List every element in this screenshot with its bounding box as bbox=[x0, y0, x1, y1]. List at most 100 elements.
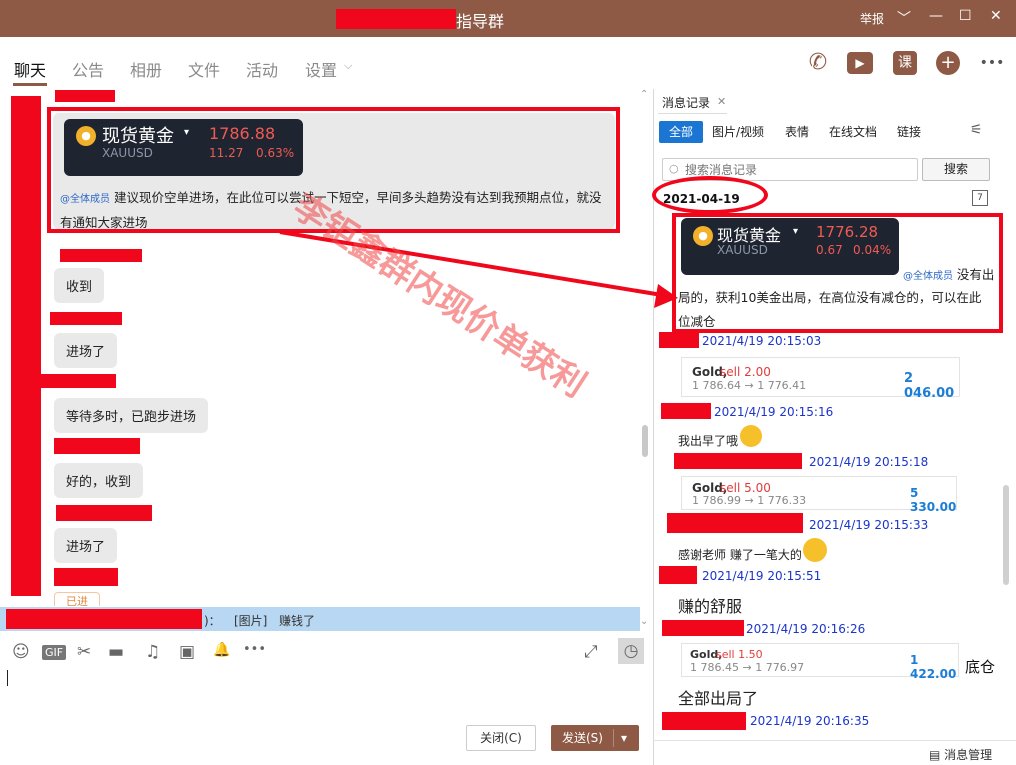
notification-image: [图片] bbox=[234, 614, 268, 628]
close-window-button[interactable]: ✕ bbox=[990, 8, 1002, 24]
filter-media[interactable]: 图片/视频 bbox=[712, 123, 764, 140]
trade-profit: 5 330.00 bbox=[910, 486, 957, 514]
expand-icon[interactable]: ⤢ bbox=[584, 642, 598, 662]
redaction-bar bbox=[662, 712, 746, 730]
side-text: 底仓 bbox=[965, 658, 996, 676]
crying-emoji-icon bbox=[740, 425, 762, 447]
music-icon[interactable]: ♫ bbox=[145, 642, 160, 662]
record-time: 2021/4/19 20:15:51 bbox=[702, 569, 822, 583]
message-input[interactable] bbox=[0, 668, 640, 718]
phone-icon[interactable]: ✆ bbox=[804, 49, 832, 77]
redaction-bar bbox=[54, 438, 140, 454]
tab-settings[interactable]: 设置 bbox=[305, 57, 337, 81]
trade-side: sell 5.00 bbox=[720, 481, 771, 495]
redaction-bar bbox=[56, 505, 152, 521]
calendar-icon[interactable]: 7 bbox=[972, 190, 988, 206]
trade-prices: 1 786.45 → 1 776.97 bbox=[690, 661, 805, 674]
window-title: 指导群 bbox=[456, 12, 505, 31]
highlight-box bbox=[672, 213, 1003, 333]
tab-album[interactable]: 相册 bbox=[130, 57, 162, 81]
trade-side: sell 2.00 bbox=[720, 365, 771, 379]
tab-chat[interactable]: 聊天 bbox=[14, 57, 46, 81]
record-text: 感谢老师 赚了一笔大的 bbox=[678, 548, 802, 562]
avatar-redaction bbox=[11, 96, 41, 596]
filter-icon[interactable]: ⚟ bbox=[970, 122, 983, 138]
redaction-bar bbox=[6, 609, 202, 629]
date-highlight-circle bbox=[652, 176, 768, 214]
notification-sep: )： bbox=[204, 614, 221, 628]
emoji-icon[interactable]: ☺ bbox=[12, 642, 30, 662]
message-manage-link[interactable]: ▤ 消息管理 bbox=[929, 746, 992, 763]
redaction-bar bbox=[50, 312, 122, 325]
manage-icon: ▤ bbox=[929, 748, 945, 762]
new-message-notification[interactable]: )： [图片] 赚钱了 bbox=[0, 607, 640, 631]
chat-message: 收到 bbox=[54, 268, 105, 303]
scroll-up-icon[interactable]: ⌃ bbox=[640, 89, 648, 100]
trade-card[interactable]: Gold, sell 2.00 1 786.64 → 1 776.41 2 04… bbox=[681, 357, 960, 401]
close-history-icon[interactable]: ✕ bbox=[717, 95, 726, 108]
report-button[interactable]: 举报 bbox=[860, 10, 884, 27]
history-clock-icon[interactable]: ◷ bbox=[618, 638, 644, 664]
trade-card[interactable]: Gold, sell 5.00 1 786.99 → 1 776.33 5 33… bbox=[681, 476, 957, 514]
footer-divider bbox=[654, 740, 1016, 741]
redaction-bar bbox=[55, 90, 115, 102]
redaction-bar bbox=[667, 513, 803, 533]
history-tab-title[interactable]: 消息记录 bbox=[662, 94, 710, 111]
send-divider bbox=[613, 729, 614, 747]
record-time: 2021/4/19 20:15:33 bbox=[809, 518, 929, 532]
minimize-button[interactable]: — bbox=[929, 8, 943, 24]
chat-message: 等待多时，已跑步进场 bbox=[54, 398, 209, 433]
filter-emoji[interactable]: 表情 bbox=[785, 123, 809, 140]
bell-icon[interactable]: 🔔 bbox=[213, 642, 230, 658]
trade-prices: 1 786.99 → 1 776.33 bbox=[692, 494, 807, 507]
send-label: 发送(S) bbox=[562, 731, 603, 745]
trade-profit: 2 046.00 bbox=[904, 371, 955, 401]
redaction-bar bbox=[659, 566, 697, 584]
scroll-down-icon[interactable]: ⌄ bbox=[640, 616, 648, 627]
active-tab-indicator bbox=[13, 83, 47, 86]
add-icon[interactable]: + bbox=[936, 51, 960, 75]
filter-links[interactable]: 链接 bbox=[897, 123, 921, 140]
history-search-button[interactable]: 搜索 bbox=[922, 158, 990, 181]
more-icon[interactable]: ••• bbox=[978, 49, 1006, 77]
grin-emoji-icon bbox=[803, 538, 827, 562]
redaction-bar bbox=[336, 9, 456, 29]
course-icon[interactable]: 课 bbox=[893, 51, 917, 75]
record-text: 赚的舒服 bbox=[678, 597, 743, 616]
filter-all[interactable]: 全部 bbox=[669, 123, 693, 140]
settings-chevron-icon[interactable]: ⌵ bbox=[344, 59, 352, 73]
send-button[interactable]: 发送(S) ▾ bbox=[551, 725, 639, 751]
chat-message: 好的，收到 bbox=[54, 463, 144, 498]
title-bar: 指导群 举报 ﹀ — ☐ ✕ bbox=[0, 0, 1016, 37]
chat-message: 进场了 bbox=[54, 528, 118, 563]
record-time: 2021/4/19 20:15:03 bbox=[702, 334, 822, 348]
trade-side: sell 1.50 bbox=[716, 648, 763, 661]
tab-announcement[interactable]: 公告 bbox=[72, 57, 104, 81]
trade-card[interactable]: Gold, sell 1.50 1 786.45 → 1 776.97 1 42… bbox=[681, 643, 959, 681]
filter-docs[interactable]: 在线文档 bbox=[829, 123, 877, 140]
chevron-down-icon[interactable]: ﹀ bbox=[897, 8, 911, 28]
image-icon[interactable]: ▣ bbox=[179, 642, 195, 662]
record-time: 2021/4/19 20:15:16 bbox=[714, 405, 834, 419]
redaction-bar bbox=[54, 568, 118, 586]
maximize-button[interactable]: ☐ bbox=[959, 8, 972, 24]
video-icon[interactable]: ▶ bbox=[847, 52, 873, 74]
redaction-bar bbox=[659, 332, 699, 348]
send-options-icon[interactable]: ▾ bbox=[621, 725, 627, 751]
tab-files[interactable]: 文件 bbox=[188, 57, 220, 81]
scissors-icon[interactable]: ✂ bbox=[77, 642, 91, 662]
chat-message: 进场了 bbox=[54, 333, 118, 368]
more-tools-icon[interactable]: ••• bbox=[243, 642, 266, 657]
search-icon: ○ bbox=[669, 162, 679, 175]
close-button[interactable]: 关闭(C) bbox=[466, 725, 536, 751]
manage-label: 消息管理 bbox=[944, 748, 993, 762]
record-text: 全部出局了 bbox=[678, 689, 759, 708]
redaction-bar bbox=[60, 249, 142, 262]
folder-icon[interactable]: ▬ bbox=[108, 642, 124, 662]
history-scrollbar-thumb[interactable] bbox=[1003, 485, 1009, 585]
notification-text: 赚钱了 bbox=[279, 614, 316, 628]
gif-icon[interactable]: GIF bbox=[42, 645, 67, 660]
trade-prices: 1 786.64 → 1 776.41 bbox=[692, 379, 807, 392]
tab-activity[interactable]: 活动 bbox=[246, 57, 278, 81]
record-time: 2021/4/19 20:16:26 bbox=[746, 622, 866, 636]
